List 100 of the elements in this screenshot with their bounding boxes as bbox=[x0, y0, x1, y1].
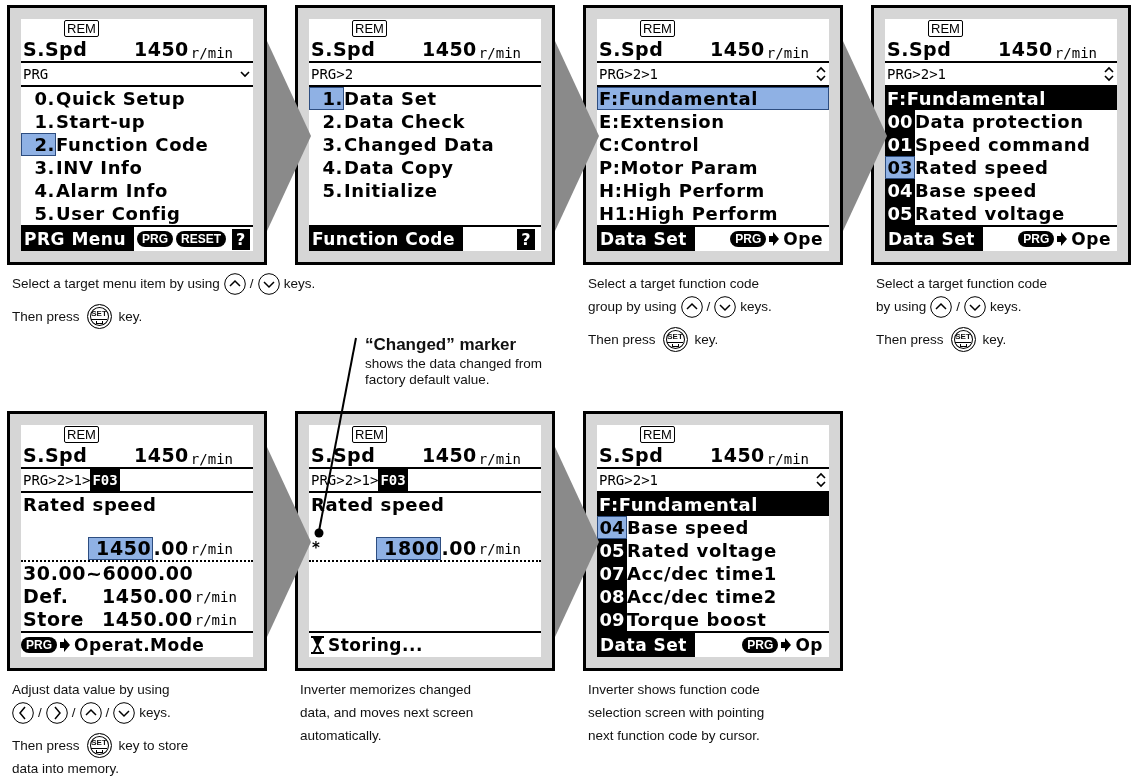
key-badge: PRG bbox=[21, 637, 57, 653]
function-code[interactable]: 04 bbox=[885, 179, 915, 202]
hourglass-icon bbox=[311, 636, 324, 654]
key-badge: PRG bbox=[742, 637, 779, 653]
status-unit: r/min bbox=[478, 451, 521, 467]
caption-text: Inverter shows function code bbox=[588, 682, 760, 697]
menu-item[interactable]: H1:High Perform bbox=[597, 202, 829, 225]
set-key: SET bbox=[950, 327, 976, 352]
menu-item[interactable]: E:Extension bbox=[597, 110, 829, 133]
status-unit: r/min bbox=[478, 45, 521, 61]
note-title: “Changed” marker bbox=[365, 335, 518, 355]
footer-title: Function Code bbox=[309, 227, 464, 251]
menu-number: 3. bbox=[33, 156, 56, 179]
breadcrumb: PRG>2>1> bbox=[23, 472, 91, 488]
menu-item[interactable]: F:Fundamental bbox=[597, 87, 829, 110]
caption-text: Select a target menu item by using bbox=[12, 276, 220, 291]
menu-item[interactable]: User Config bbox=[56, 202, 181, 225]
footer-title: Data Set bbox=[597, 633, 695, 657]
up-key-icon bbox=[680, 295, 703, 318]
menu-item[interactable]: C:Control bbox=[597, 133, 829, 156]
status-label: S.Spd bbox=[599, 37, 664, 61]
function-code[interactable]: 08 bbox=[597, 585, 627, 608]
status-value: 1450 bbox=[133, 37, 189, 61]
caption-text: Select a target function code bbox=[588, 276, 760, 291]
status-label: S.Spd bbox=[311, 37, 376, 61]
menu-item[interactable]: Data Copy bbox=[344, 156, 454, 179]
function-code[interactable]: 07 bbox=[597, 562, 627, 585]
menu-item[interactable]: Start-up bbox=[56, 110, 146, 133]
breadcrumb: PRG>2>1 bbox=[599, 472, 658, 488]
status-value: 1450 bbox=[709, 37, 765, 61]
group-header: F:Fundamental bbox=[885, 87, 1117, 110]
value-field[interactable]: 1800 bbox=[376, 537, 442, 560]
menu-number: 4. bbox=[321, 156, 344, 179]
caption-text: by using bbox=[876, 299, 927, 314]
menu-item[interactable]: H:High Perform bbox=[597, 179, 829, 202]
menu-item[interactable]: Initialize bbox=[344, 179, 438, 202]
remote-indicator: REM bbox=[640, 20, 675, 37]
footer-text: Ope bbox=[1070, 229, 1111, 249]
parameter-name: Rated speed bbox=[23, 493, 157, 516]
function-code[interactable]: 04 bbox=[597, 516, 627, 539]
status-label: S.Spd bbox=[23, 37, 88, 61]
footer-text: Storing... bbox=[327, 635, 423, 655]
key-badge: PRG bbox=[1018, 231, 1055, 247]
footer-text: Op bbox=[794, 635, 823, 655]
function-code[interactable]: 01 bbox=[885, 133, 915, 156]
caption-text: keys. bbox=[283, 276, 316, 291]
caption-text: / bbox=[956, 299, 961, 314]
status-unit: r/min bbox=[766, 451, 809, 467]
status-unit: r/min bbox=[766, 45, 809, 61]
arrow-icon bbox=[769, 232, 780, 246]
range-label: 30.00~6000.00 bbox=[23, 562, 194, 585]
up-key-icon bbox=[79, 701, 102, 724]
caption-text: keys. bbox=[139, 705, 171, 720]
breadcrumb: PRG bbox=[23, 66, 49, 82]
value-field[interactable]: 1450 bbox=[88, 537, 154, 560]
function-name: Rated speed bbox=[915, 156, 1049, 179]
menu-item[interactable]: Data Check bbox=[344, 110, 465, 133]
caption-text: keys. bbox=[990, 299, 1022, 314]
caption-text: Then press bbox=[12, 738, 80, 753]
menu-item[interactable]: Data Set bbox=[344, 87, 437, 110]
footer-title: PRG Menu bbox=[21, 227, 135, 251]
status-label: S.Spd bbox=[599, 443, 664, 467]
caption-text: Then press bbox=[588, 332, 656, 347]
caption-text: key to store bbox=[118, 738, 189, 753]
footer-text: Ope bbox=[782, 229, 823, 249]
remote-indicator: REM bbox=[64, 20, 99, 37]
menu-number: 5. bbox=[321, 179, 344, 202]
function-code[interactable]: 05 bbox=[885, 202, 915, 225]
menu-item[interactable]: Changed Data bbox=[344, 133, 495, 156]
menu-item[interactable]: Quick Setup bbox=[56, 87, 186, 110]
menu-number: 2. bbox=[21, 133, 56, 156]
menu-item[interactable]: INV Info bbox=[56, 156, 143, 179]
function-name: Rated voltage bbox=[627, 539, 777, 562]
info-value: 1450.00 bbox=[102, 585, 193, 608]
menu-item[interactable]: Alarm Info bbox=[56, 179, 168, 202]
function-code[interactable]: 03 bbox=[885, 156, 915, 179]
function-name: Data protection bbox=[915, 110, 1084, 133]
status-unit: r/min bbox=[190, 451, 233, 467]
unit-label: r/min bbox=[194, 588, 237, 605]
function-code-tag: F03 bbox=[378, 469, 408, 491]
function-name: Speed command bbox=[915, 133, 1091, 156]
changed-marker: * bbox=[312, 538, 321, 559]
function-name: Torque boost bbox=[627, 608, 767, 631]
status-value: 1450 bbox=[133, 443, 189, 467]
breadcrumb: PRG>2>1 bbox=[887, 66, 946, 82]
remote-indicator: REM bbox=[352, 20, 387, 37]
menu-item[interactable]: P:Motor Param bbox=[597, 156, 829, 179]
group-header: F:Fundamental bbox=[597, 493, 829, 516]
function-code[interactable]: 09 bbox=[597, 608, 627, 631]
function-code[interactable]: 05 bbox=[597, 539, 627, 562]
key-badge: PRG bbox=[730, 231, 767, 247]
help-badge: ? bbox=[517, 228, 535, 250]
footer-title: Data Set bbox=[885, 227, 983, 251]
caption-text: automatically. bbox=[300, 728, 382, 743]
function-code[interactable]: 00 bbox=[885, 110, 915, 133]
caption-text: / bbox=[249, 276, 254, 291]
menu-item[interactable]: Function Code bbox=[56, 133, 209, 156]
caption-text: keys. bbox=[740, 299, 772, 314]
key-badge: PRG bbox=[137, 231, 174, 247]
status-unit: r/min bbox=[190, 45, 233, 61]
